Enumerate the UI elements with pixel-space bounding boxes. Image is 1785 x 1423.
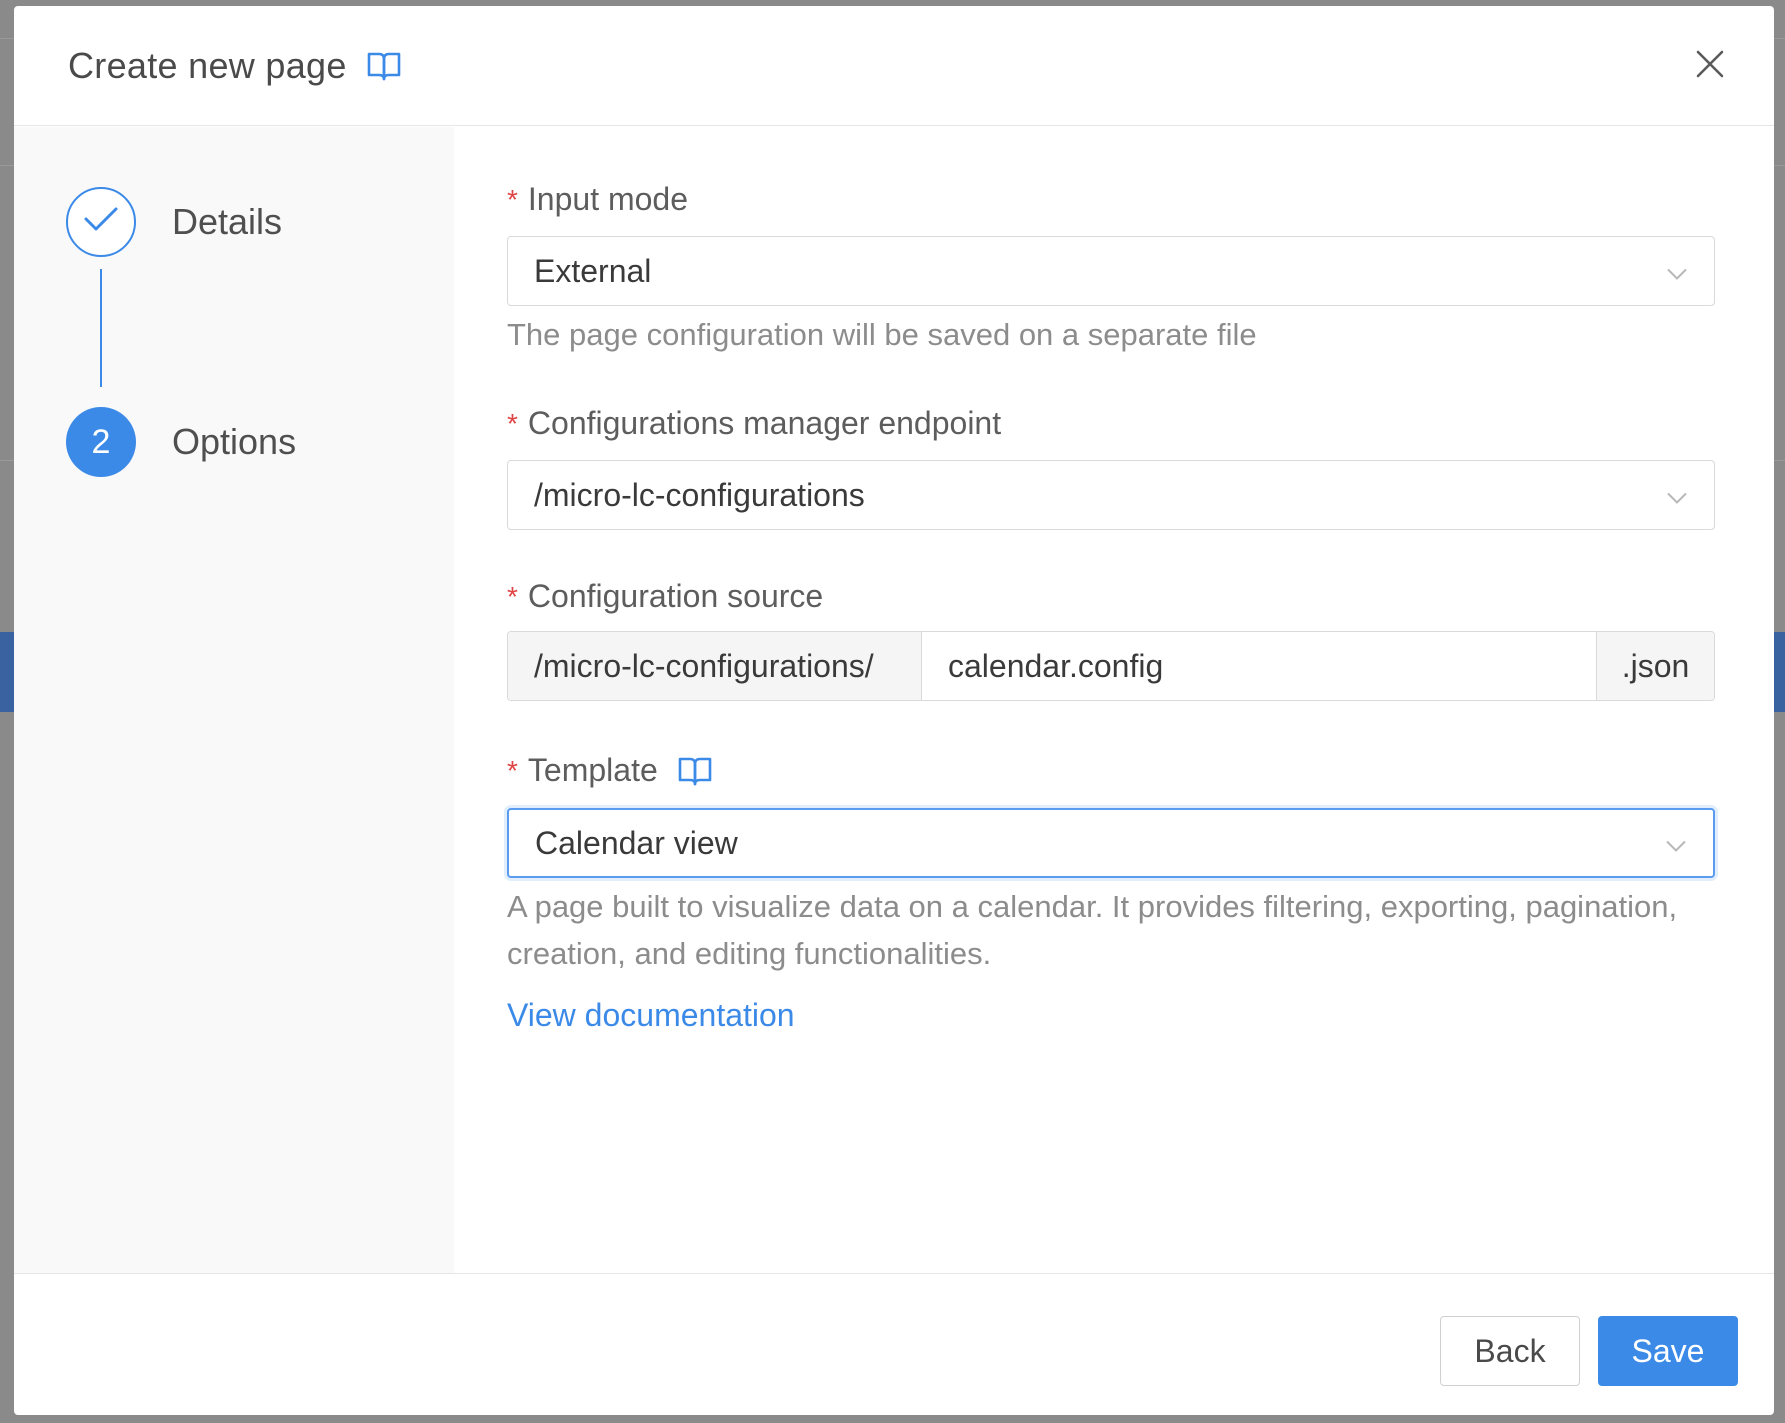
- chevron-down-icon: [1666, 253, 1688, 290]
- required-marker: *: [507, 183, 518, 215]
- book-icon[interactable]: [367, 51, 401, 81]
- step-label: Details: [172, 201, 283, 242]
- modal-title: Create new page: [68, 44, 347, 86]
- step-number: 2: [66, 407, 136, 477]
- step-connector: [100, 269, 102, 387]
- template-help: A page built to visualize data on a cale…: [507, 889, 1678, 971]
- book-icon[interactable]: [678, 756, 712, 786]
- modal-header: Create new page: [14, 6, 1774, 126]
- step-details[interactable]: Details: [66, 187, 282, 257]
- back-button[interactable]: Back: [1440, 1316, 1580, 1386]
- endpoint-select[interactable]: /micro-lc-configurations: [507, 460, 1715, 530]
- chevron-down-icon: [1665, 825, 1687, 862]
- save-button[interactable]: Save: [1598, 1316, 1738, 1386]
- input-mode-label: * Input mode: [507, 181, 688, 218]
- step-done-indicator: [66, 187, 136, 257]
- source-input-group: /micro-lc-configurations/ calendar.confi…: [507, 631, 1715, 701]
- close-icon: [1695, 49, 1725, 84]
- check-icon: [83, 203, 119, 242]
- required-marker: *: [507, 580, 518, 612]
- chevron-down-icon: [1666, 477, 1688, 514]
- select-value: External: [534, 252, 652, 289]
- input-mode-select[interactable]: External: [507, 236, 1715, 306]
- modal-footer: Back Save: [14, 1273, 1774, 1415]
- endpoint-label: * Configurations manager endpoint: [507, 405, 1001, 442]
- source-label: * Configuration source: [507, 578, 823, 615]
- source-prefix: /micro-lc-configurations/: [508, 632, 922, 700]
- template-label: * Template: [507, 752, 712, 789]
- input-mode-help: The page configuration will be saved on …: [507, 317, 1257, 352]
- label-text: Configurations manager endpoint: [527, 405, 1002, 441]
- view-documentation-link[interactable]: View documentation: [507, 997, 795, 1034]
- step-options[interactable]: 2 Options: [66, 407, 296, 477]
- required-marker: *: [507, 754, 518, 786]
- source-input[interactable]: calendar.config: [922, 632, 1596, 700]
- label-text: Configuration source: [527, 578, 824, 614]
- step-label: Options: [172, 421, 297, 462]
- select-value: /micro-lc-configurations: [534, 476, 865, 513]
- create-page-modal: Create new page Details 2 Options * Inpu…: [14, 6, 1774, 1415]
- source-suffix: .json: [1596, 632, 1714, 700]
- select-value: Calendar view: [535, 824, 738, 861]
- label-text: Template: [527, 752, 658, 788]
- label-text: Input mode: [527, 181, 689, 217]
- close-button[interactable]: [1690, 46, 1730, 86]
- template-select[interactable]: Calendar view: [507, 808, 1715, 878]
- required-marker: *: [507, 407, 518, 439]
- steps-sidebar: Details 2 Options: [14, 127, 454, 1273]
